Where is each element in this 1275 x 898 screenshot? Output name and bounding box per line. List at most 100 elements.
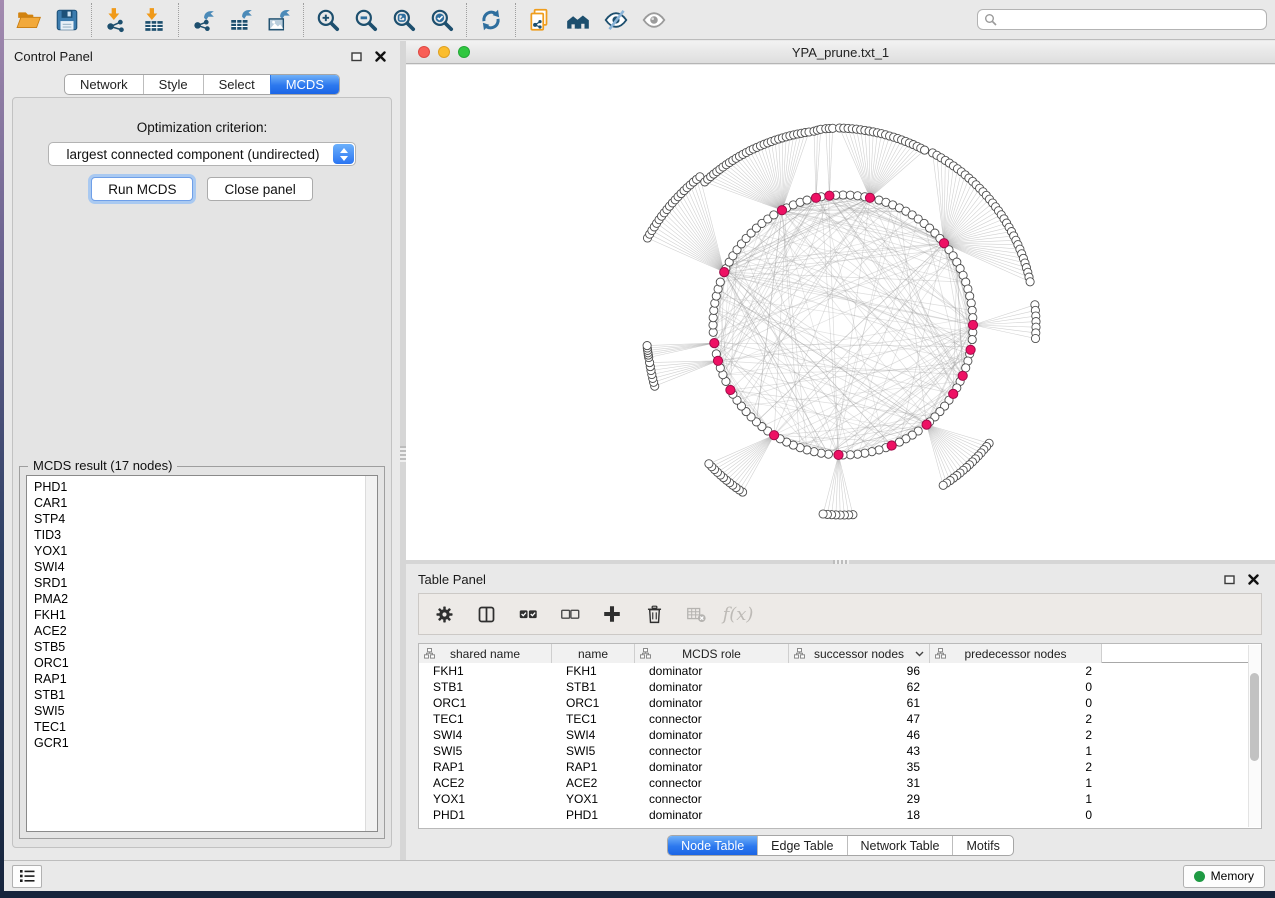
mcds-result-item[interactable]: SWI5 — [34, 703, 377, 719]
tab-network[interactable]: Network — [65, 75, 143, 94]
criterion-value: largest connected component (undirected) — [67, 147, 338, 162]
memory-button[interactable]: Memory — [1183, 865, 1265, 888]
network-canvas[interactable] — [406, 65, 1275, 560]
table-row[interactable]: FKH1FKH1dominator962 — [419, 663, 1261, 679]
trash-icon — [644, 604, 665, 625]
mcds-result-list[interactable]: PHD1CAR1STP4TID3YOX1SWI4SRD1PMA2FKH1ACE2… — [26, 475, 378, 832]
table-row[interactable]: TEC1TEC1connector472 — [419, 711, 1261, 727]
export-network-button[interactable] — [184, 4, 222, 36]
mcds-result-item[interactable]: ORC1 — [34, 655, 377, 671]
scrollbar-thumb[interactable] — [1250, 673, 1259, 761]
mcds-list-scrollbar[interactable] — [365, 476, 377, 831]
table-scrollbar[interactable] — [1248, 645, 1261, 827]
mcds-panel: Optimization criterion: largest connecte… — [12, 97, 392, 848]
close-panel-icon[interactable] — [1248, 574, 1259, 585]
table-row[interactable]: YOX1YOX1connector291 — [419, 791, 1261, 807]
close-panel-icon[interactable] — [375, 51, 386, 62]
function-builder-button[interactable]: f(x) — [723, 599, 753, 629]
column-header-successor-nodes[interactable]: successor nodes — [789, 644, 930, 663]
float-panel-icon[interactable] — [351, 51, 362, 62]
export-table-button[interactable] — [222, 4, 260, 36]
zoom-in-button[interactable] — [309, 4, 347, 36]
toolbar-separator — [303, 3, 304, 37]
table-row[interactable]: SWI4SWI4dominator462 — [419, 727, 1261, 743]
tab-style[interactable]: Style — [143, 75, 203, 94]
zoom-out-button[interactable] — [347, 4, 385, 36]
node-table[interactable]: shared namenameMCDS rolesuccessor nodesp… — [418, 643, 1262, 829]
show-columns-button[interactable] — [471, 599, 501, 629]
open-session-button[interactable] — [10, 4, 48, 36]
apply-layout-button[interactable] — [472, 4, 510, 36]
network-file-share-button[interactable] — [521, 4, 559, 36]
table-row[interactable]: ACE2ACE2connector311 — [419, 775, 1261, 791]
mcds-result-item[interactable]: TID3 — [34, 527, 377, 543]
columns-icon — [476, 604, 497, 625]
mcds-result-box: MCDS result (17 nodes) PHD1CAR1STP4TID3Y… — [19, 466, 385, 839]
deselect-all-button[interactable] — [555, 599, 585, 629]
table-row[interactable]: RAP1RAP1dominator352 — [419, 759, 1261, 775]
table-tabbar: Node TableEdge TableNetwork TableMotifs — [406, 835, 1275, 856]
tab-edge-table[interactable]: Edge Table — [757, 836, 846, 855]
column-header-MCDS-role[interactable]: MCDS role — [635, 644, 789, 663]
criterion-dropdown[interactable]: largest connected component (undirected) — [48, 142, 356, 166]
table-panel-title: Table Panel — [418, 572, 486, 587]
table-settings-button[interactable] — [429, 599, 459, 629]
close-panel-button[interactable]: Close panel — [207, 177, 312, 201]
table-row[interactable]: STB1STB1dominator620 — [419, 679, 1261, 695]
import-table-button[interactable] — [135, 4, 173, 36]
eye-icon — [641, 7, 667, 33]
save-session-button[interactable] — [48, 4, 86, 36]
mcds-result-item[interactable]: STP4 — [34, 511, 377, 527]
search-input[interactable] — [997, 13, 1266, 27]
tab-node-table[interactable]: Node Table — [668, 836, 757, 855]
table-toolbar: f(x) — [418, 593, 1262, 635]
mcds-result-item[interactable]: SWI4 — [34, 559, 377, 575]
search-box[interactable] — [977, 9, 1267, 30]
select-all-button[interactable] — [513, 599, 543, 629]
eye-slash-icon — [603, 7, 629, 33]
delete-table-button[interactable] — [681, 599, 711, 629]
table-row[interactable]: SWI5SWI5connector431 — [419, 743, 1261, 759]
tab-select[interactable]: Select — [203, 75, 270, 94]
mcds-result-item[interactable]: PHD1 — [34, 479, 377, 495]
network-graph[interactable] — [406, 65, 1275, 560]
mcds-result-item[interactable]: STB5 — [34, 639, 377, 655]
network-document-icon — [527, 7, 553, 33]
tab-network-table[interactable]: Network Table — [847, 836, 953, 855]
task-history-button[interactable] — [12, 865, 42, 888]
create-column-button[interactable] — [597, 599, 627, 629]
network-titlebar[interactable]: YPA_prune.txt_1 — [406, 41, 1275, 64]
column-header-predecessor-nodes[interactable]: predecessor nodes — [930, 644, 1102, 663]
import-network-button[interactable] — [97, 4, 135, 36]
run-mcds-button[interactable]: Run MCDS — [91, 177, 193, 201]
show-all-button[interactable] — [635, 4, 673, 36]
fx-icon: f(x) — [723, 604, 754, 625]
mcds-result-item[interactable]: GCR1 — [34, 735, 377, 751]
zoom-fit-button[interactable] — [385, 4, 423, 36]
zoom-selected-button[interactable] — [423, 4, 461, 36]
mcds-result-item[interactable]: YOX1 — [34, 543, 377, 559]
mcds-result-item[interactable]: RAP1 — [34, 671, 377, 687]
tab-mcds[interactable]: MCDS — [270, 75, 339, 94]
hide-selected-button[interactable] — [597, 4, 635, 36]
zoom-fit-icon — [391, 7, 417, 33]
mcds-result-item[interactable]: ACE2 — [34, 623, 377, 639]
mcds-result-item[interactable]: TEC1 — [34, 719, 377, 735]
mcds-result-item[interactable]: CAR1 — [34, 495, 377, 511]
open-folder-icon — [16, 7, 42, 33]
export-image-button[interactable] — [260, 4, 298, 36]
table-row[interactable]: ORC1ORC1dominator610 — [419, 695, 1261, 711]
table-row[interactable]: PHD1PHD1dominator180 — [419, 807, 1261, 823]
float-panel-icon[interactable] — [1224, 574, 1235, 585]
mcds-result-item[interactable]: FKH1 — [34, 607, 377, 623]
memory-label: Memory — [1211, 869, 1254, 883]
delete-columns-button[interactable] — [639, 599, 669, 629]
column-header-shared-name[interactable]: shared name — [419, 644, 552, 663]
tab-motifs[interactable]: Motifs — [952, 836, 1012, 855]
control-panel-tabbar: NetworkStyleSelectMCDS — [4, 74, 400, 95]
mcds-result-item[interactable]: SRD1 — [34, 575, 377, 591]
first-neighbors-button[interactable] — [559, 4, 597, 36]
mcds-result-item[interactable]: PMA2 — [34, 591, 377, 607]
mcds-result-item[interactable]: STB1 — [34, 687, 377, 703]
column-header-name[interactable]: name — [552, 644, 635, 663]
